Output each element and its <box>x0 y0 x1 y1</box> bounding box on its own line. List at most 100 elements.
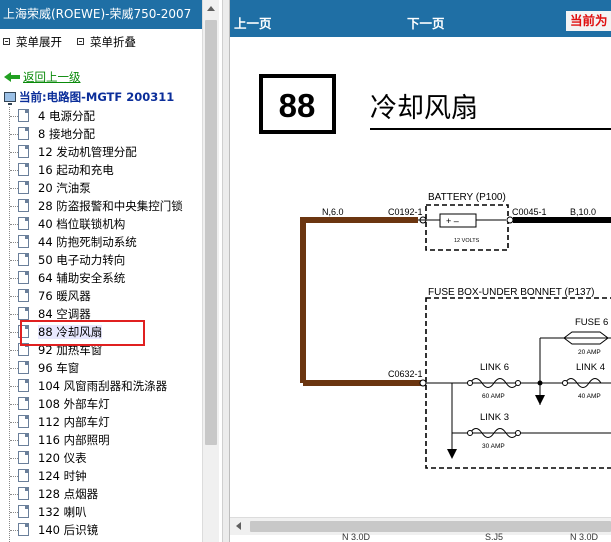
menu-toolbar: 菜单展开 菜单折叠 <box>0 31 202 51</box>
document-icon <box>18 343 29 356</box>
tree-item[interactable]: 132 喇叭 <box>0 503 202 521</box>
tree-item-label: 128 点烟器 <box>38 487 99 501</box>
next-page-button[interactable]: 下一页 <box>407 13 445 32</box>
horizontal-scrollbar[interactable]: N 3.0D S.J5 N 3.0D <box>230 517 611 542</box>
scroll-left-button[interactable] <box>230 518 247 535</box>
tree-item[interactable]: 28 防盗报警和中央集控门锁 <box>0 197 202 215</box>
scroll-up-button[interactable] <box>203 0 219 17</box>
tree-item-label: 4 电源分配 <box>38 109 95 123</box>
bottom-label-1: N 3.0D <box>342 532 371 542</box>
svg-text:+ ‒: + ‒ <box>446 216 459 226</box>
tree-item[interactable]: 92 加热车窗 <box>0 341 202 359</box>
expand-icon <box>3 38 10 45</box>
horizontal-scroll-thumb[interactable] <box>250 521 611 532</box>
expand-menu-button[interactable]: 菜单展开 <box>3 34 62 50</box>
document-icon <box>18 145 29 158</box>
tree-item-label: 44 防抱死制动系统 <box>38 235 137 249</box>
page-nav-bar: 上一页 下一页 当前为 <box>230 0 611 37</box>
back-link[interactable]: 返回上一级 <box>4 70 81 85</box>
link3-amp: 30 AMP <box>482 443 505 450</box>
tree-item[interactable]: 64 辅助安全系统 <box>0 269 202 287</box>
document-icon <box>18 289 29 302</box>
tree-item-label: 20 汽油泵 <box>38 181 91 195</box>
link4-label: LINK 4 <box>576 362 605 373</box>
tree-item-label: 132 喇叭 <box>38 505 87 519</box>
collapse-menu-button[interactable]: 菜单折叠 <box>77 34 136 50</box>
link3-label: LINK 3 <box>480 412 509 423</box>
tree-item-label: 112 内部车灯 <box>38 415 110 429</box>
document-icon <box>18 271 29 284</box>
document-icon <box>18 181 29 194</box>
tree-item[interactable]: 108 外部车灯 <box>0 395 202 413</box>
brown-wire <box>300 217 418 383</box>
tree-item-label: 92 加热车窗 <box>38 343 103 357</box>
document-icon <box>18 199 29 212</box>
tree-item[interactable]: 76 暖风器 <box>0 287 202 305</box>
tree-item-label: 64 辅助安全系统 <box>38 271 126 285</box>
document-tree: 4 电源分配 8 接地分配 12 发动机管理分配 16 起动和充电 20 汽油泵 28 防… <box>0 107 202 542</box>
tree-item-label: 108 外部车灯 <box>38 397 110 411</box>
link6-label: LINK 6 <box>480 362 509 373</box>
computer-icon <box>4 92 16 105</box>
document-icon <box>18 487 29 500</box>
tree-item[interactable]: 88 冷却风扇 <box>0 323 202 341</box>
document-icon <box>18 451 29 464</box>
tree-item[interactable]: 140 后识镜 <box>0 521 202 539</box>
document-icon <box>18 127 29 140</box>
document-icon <box>18 379 29 392</box>
scroll-thumb[interactable] <box>205 20 217 445</box>
connector-c0192: C0192-1 <box>388 207 423 217</box>
battery-label: BATTERY (P100) <box>428 192 506 203</box>
tree-item[interactable]: 16 起动和充电 <box>0 161 202 179</box>
tree-item[interactable]: 96 车窗 <box>0 359 202 377</box>
current-page-indicator: 当前为 <box>566 11 611 31</box>
tree-item[interactable]: 124 时钟 <box>0 467 202 485</box>
document-icon <box>18 505 29 518</box>
bottom-label-2: S.J5 <box>485 532 504 542</box>
wire-label-left: N,6.0 <box>322 207 344 217</box>
bottom-label-3: N 3.0D <box>570 532 599 542</box>
tree-item[interactable]: 12 发动机管理分配 <box>0 143 202 161</box>
page-number: 88 <box>279 87 316 124</box>
vertical-scrollbar[interactable] <box>202 0 219 542</box>
fuse6-amp: 20 AMP <box>578 349 601 356</box>
tree-item[interactable]: 112 内部车灯 <box>0 413 202 431</box>
tree-item-label: 104 风窗雨刮器和洗涤器 <box>38 379 168 393</box>
tree-item[interactable]: 44 防抱死制动系统 <box>0 233 202 251</box>
document-icon <box>18 307 29 320</box>
document-icon <box>18 235 29 248</box>
tree-item[interactable]: 20 汽油泵 <box>0 179 202 197</box>
tree-item-label: 50 电子动力转向 <box>38 253 126 267</box>
tree-item[interactable]: 120 仪表 <box>0 449 202 467</box>
fuse6-label: FUSE 6 <box>575 317 608 328</box>
tree-item-label: 8 接地分配 <box>38 127 95 141</box>
prev-page-button[interactable]: 上一页 <box>234 13 272 32</box>
tree-item[interactable]: 128 点烟器 <box>0 485 202 503</box>
document-icon <box>18 523 29 536</box>
tree-item-label: 88 冷却风扇 <box>38 325 103 339</box>
wire-label-right: B,10.0 <box>570 207 596 217</box>
connector-c0632: C0632-1 <box>388 369 423 379</box>
document-icon <box>18 109 29 122</box>
tree-item-label: 28 防盗报警和中央集控门锁 <box>38 199 183 213</box>
tree-item[interactable]: 40 档位联锁机构 <box>0 215 202 233</box>
document-icon <box>18 163 29 176</box>
tree-item-label: 40 档位联锁机构 <box>38 217 126 231</box>
tree-item[interactable]: 4 电源分配 <box>0 107 202 125</box>
current-folder: 当前:电路图-MGTF 200311 <box>4 89 174 105</box>
wiring-diagram: 88 冷却风扇 N,6.0 C0192-1 C0632-1 BATTERY (P… <box>259 74 611 469</box>
tree-item-label: 116 内部照明 <box>38 433 110 447</box>
fusebox-label: FUSE BOX-UNDER BONNET (P137) <box>428 287 595 298</box>
tree-item-label: 84 空调器 <box>38 307 91 321</box>
tree-item-label: 140 后识镜 <box>38 523 99 537</box>
tree-item[interactable]: 116 内部照明 <box>0 431 202 449</box>
tree-item-label: 76 暖风器 <box>38 289 91 303</box>
tree-item[interactable]: 84 空调器 <box>0 305 202 323</box>
tree-item-label: 12 发动机管理分配 <box>38 145 137 159</box>
document-pane: 上一页 下一页 当前为 88 冷却风扇 N,6.0 C0192-1 C0632-… <box>230 0 611 542</box>
tree-item[interactable]: 50 电子动力转向 <box>0 251 202 269</box>
pane-splitter[interactable] <box>222 0 230 542</box>
tree-item[interactable]: 8 接地分配 <box>0 125 202 143</box>
document-icon <box>18 469 29 482</box>
tree-item[interactable]: 104 风窗雨刮器和洗涤器 <box>0 377 202 395</box>
